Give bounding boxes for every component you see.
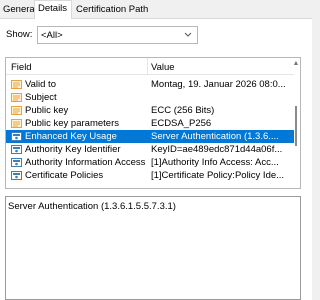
- cert-extension-icon: [11, 171, 22, 180]
- list-item[interactable]: Valid to Montag, 19. Januar 2026 08:0...: [6, 78, 294, 91]
- field-value: Server Authentication (1.3.6....: [151, 131, 279, 142]
- field-value: ECDSA_P256: [151, 118, 212, 129]
- cert-field-icon: [11, 106, 22, 115]
- list-item[interactable]: Authority Key Identifier KeyID=ae489edc87…: [6, 143, 294, 156]
- list-item[interactable]: Subject: [6, 91, 294, 104]
- list-header: Field Value: [6, 58, 294, 75]
- field-name: Authority Information Access: [25, 157, 145, 168]
- field-name: Subject: [25, 92, 57, 103]
- field-value: Montag, 19. Januar 2026 08:0...: [151, 79, 286, 90]
- column-header-value[interactable]: Value: [151, 62, 175, 73]
- column-header-field[interactable]: Field: [11, 62, 32, 73]
- show-select[interactable]: <All>: [37, 26, 198, 44]
- detail-textbox[interactable]: Server Authentication (1.3.6.1.5.5.7.3.1…: [5, 196, 301, 300]
- show-label: Show:: [6, 29, 33, 40]
- cert-field-icon: [11, 93, 22, 102]
- column-separator[interactable]: [147, 58, 148, 75]
- field-value: [1]Certificate Policy:Policy Ide...: [151, 170, 285, 181]
- field-value: ECC (256 Bits): [151, 105, 215, 116]
- field-value: KeyID=ae489edc871d44a06f...: [151, 144, 283, 155]
- field-list[interactable]: Field Value Valid to Montag, 19. Januar 2…: [5, 57, 301, 189]
- tab-certification-path[interactable]: Certification Path: [73, 3, 151, 18]
- scroll-thumb[interactable]: [295, 106, 297, 146]
- field-name: Enhanced Key Usage: [25, 131, 117, 142]
- list-item[interactable]: Authority Information Access [1]Authority…: [6, 156, 294, 169]
- show-select-value: <All>: [41, 30, 63, 41]
- cert-extension-icon: [11, 145, 22, 154]
- list-scrollbar[interactable]: ▲: [292, 58, 300, 188]
- field-name: Certificate Policies: [25, 170, 104, 181]
- tab-strip: General Details Certification Path: [0, 0, 312, 19]
- field-name: Public key: [25, 105, 69, 116]
- field-value: [1]Authority Info Access: Acc...: [151, 157, 279, 168]
- list-item[interactable]: Enhanced Key Usage Server Authentication …: [6, 130, 294, 143]
- tab-details[interactable]: Details: [34, 0, 72, 19]
- list-item[interactable]: Public key parameters ECDSA_P256: [6, 117, 294, 130]
- cert-field-icon: [11, 80, 22, 89]
- list-item[interactable]: Certificate Policies [1]Certificate Polic…: [6, 169, 294, 182]
- cert-extension-icon: [11, 158, 22, 167]
- chevron-down-icon: [184, 32, 192, 37]
- cert-field-icon: [11, 119, 22, 128]
- list-item[interactable]: Public key ECC (256 Bits): [6, 104, 294, 117]
- field-name: Public key parameters: [25, 118, 119, 129]
- field-name: Valid to: [25, 79, 56, 90]
- detail-text: Server Authentication (1.3.6.1.5.5.7.3.1…: [8, 201, 176, 212]
- field-name: Authority Key Identifier: [25, 144, 121, 155]
- cert-extension-icon: [11, 132, 22, 141]
- scroll-up-icon[interactable]: ▲: [292, 60, 300, 67]
